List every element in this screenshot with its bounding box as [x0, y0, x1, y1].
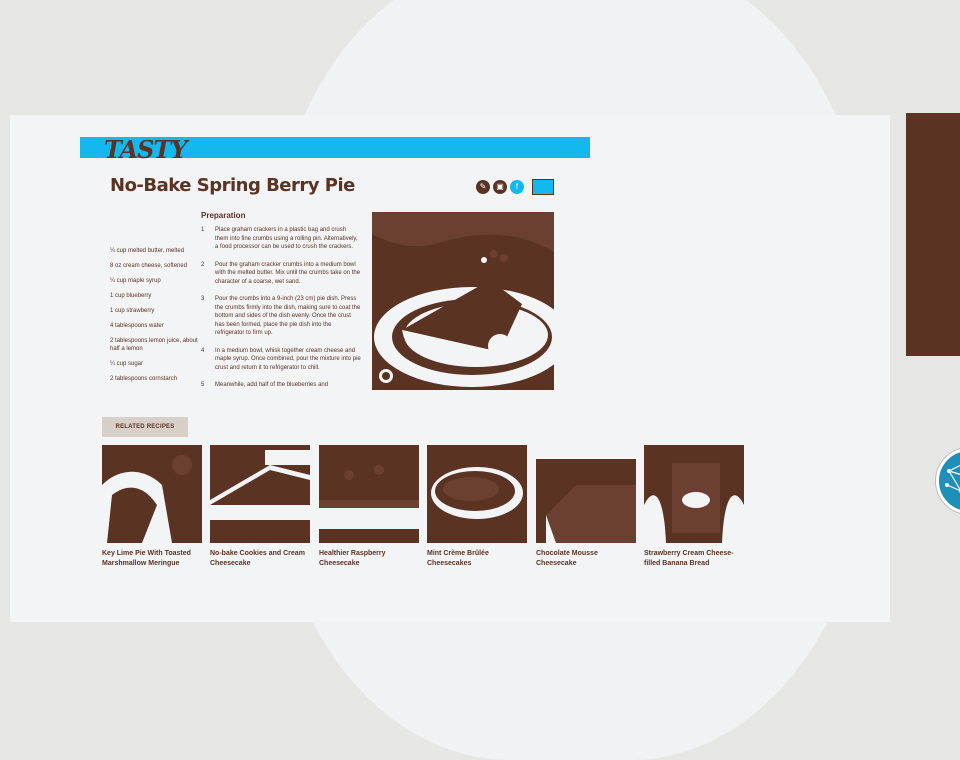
related-recipe-title[interactable]: Mint Crème Brûlée Cheesecakes — [427, 549, 527, 569]
side-accent-bar — [906, 113, 960, 356]
recipe-title: No-Bake Spring Berry Pie — [110, 175, 355, 196]
ingredient-item: 1 cup blueberry — [110, 293, 152, 299]
related-recipe-card[interactable]: Key Lime Pie With Toasted Marshmallow Me… — [102, 445, 202, 569]
related-recipe-title[interactable]: Strawberry Cream Cheese-filled Banana Br… — [644, 549, 744, 569]
preparation-heading: Preparation — [201, 211, 246, 220]
step-text: Pour the graham cracker crumbs into a me… — [215, 261, 361, 285]
related-recipe-thumbnail[interactable] — [319, 445, 419, 543]
step-item: 3 Pour the crumbs into a 9-inch (23 cm) p… — [201, 295, 361, 338]
ingredient-item: ¼ cup melted butter, melted — [110, 248, 185, 254]
step-number: 4 — [201, 347, 205, 354]
step-number: 5 — [201, 382, 205, 388]
related-recipe-thumbnail[interactable] — [427, 445, 527, 543]
ingredient-item: 2 tablespoons cornstarch — [110, 376, 178, 382]
related-recipe-title[interactable]: Chocolate Mousse Cheesecake — [536, 549, 636, 569]
step-text: In a medium bowl, whisk together cream c… — [215, 347, 361, 371]
globe-icon — [936, 448, 960, 514]
pinterest-icon[interactable]: ▣ — [493, 180, 507, 194]
share-icon[interactable]: ✎ — [476, 180, 490, 194]
related-recipe-card[interactable]: Healthier Raspberry Cheesecake — [319, 445, 419, 569]
step-number: 1 — [201, 227, 205, 233]
ingredient-item: 1 cup strawberry — [110, 308, 155, 314]
preparation-steps: 1 Place graham crackers in a plastic bag … — [201, 226, 361, 398]
related-recipe-card[interactable]: Mint Crème Brûlée Cheesecakes — [427, 445, 527, 569]
related-recipe-thumbnail[interactable] — [644, 445, 744, 543]
related-recipe-card[interactable]: Strawberry Cream Cheese-filled Banana Br… — [644, 445, 744, 569]
related-recipe-thumbnail[interactable] — [102, 445, 202, 543]
step-item: 1 Place graham crackers in a plastic bag … — [201, 226, 361, 252]
email-icon[interactable] — [532, 179, 554, 195]
recipe-hero-image — [372, 212, 554, 390]
tasty-logo[interactable]: TASTY — [104, 136, 187, 164]
ingredient-item: ¼ cup sugar — [110, 361, 144, 367]
facebook-icon[interactable]: f — [510, 180, 524, 194]
related-recipe-thumbnail[interactable] — [210, 445, 310, 543]
step-text: Pour the crumbs into a 9-inch (23 cm) pi… — [215, 296, 361, 336]
step-item: 4 In a medium bowl, whisk together cream … — [201, 347, 361, 373]
related-recipe-title[interactable]: Key Lime Pie With Toasted Marshmallow Me… — [102, 549, 202, 569]
related-recipe-title[interactable]: No-bake Cookies and Cream Cheesecake — [210, 549, 310, 569]
step-text: Place graham crackers in a plastic bag a… — [215, 227, 358, 250]
ingredient-item: 8 oz cream cheese, softened — [110, 263, 188, 269]
step-number: 3 — [201, 296, 205, 302]
ingredient-item: 4 tablespoons water — [110, 323, 164, 329]
ingredient-item: ¼ cup maple syrup — [110, 278, 161, 284]
related-recipe-card[interactable]: Chocolate Mousse Cheesecake — [536, 445, 636, 569]
related-recipe-thumbnail[interactable] — [536, 445, 636, 543]
ingredient-list: ¼ cup melted butter, melted 8 oz cream c… — [110, 247, 198, 390]
ingredient-item: 2 tablespoons lemon juice, about half a … — [110, 338, 198, 352]
step-text: Meanwhile, add half of the blueberries a… — [215, 382, 329, 388]
step-number: 2 — [201, 261, 205, 268]
step-item: 2 Pour the graham cracker crumbs into a m… — [201, 261, 361, 287]
related-recipe-title[interactable]: Healthier Raspberry Cheesecake — [319, 549, 419, 569]
step-item: 5 Meanwhile, add half of the blueberries … — [201, 381, 361, 389]
related-recipe-card[interactable]: No-bake Cookies and Cream Cheesecake — [210, 445, 310, 569]
related-recipes-label: RELATED RECIPES — [102, 417, 188, 437]
